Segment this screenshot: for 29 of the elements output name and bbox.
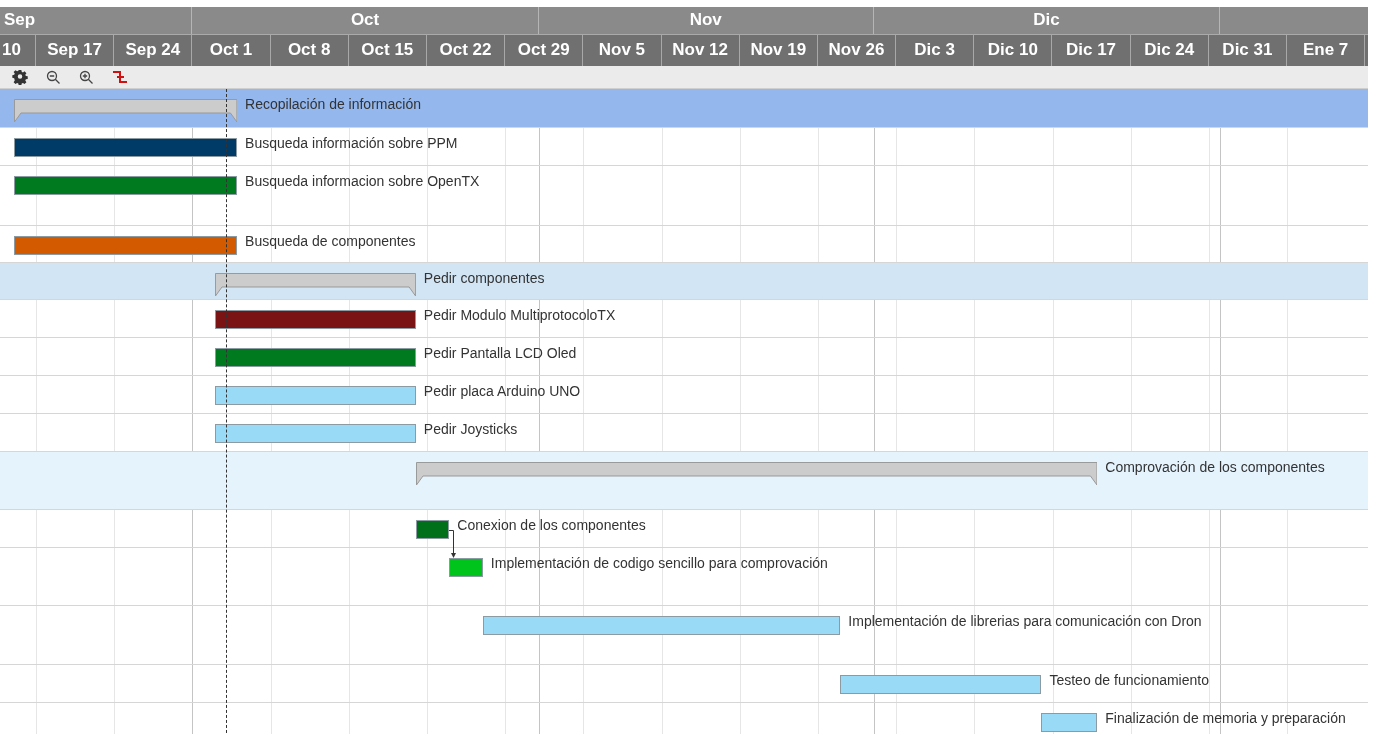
- task-label: Conexion de los componentes: [457, 516, 646, 534]
- task-label: Pedir Pantalla LCD Oled: [423, 344, 577, 362]
- task-label: Pedir Modulo MultiprotocoloTX: [423, 306, 616, 324]
- task-label: Finalización de memoria y preparación: [1105, 709, 1346, 727]
- summary-bar[interactable]: [13, 99, 238, 123]
- task-label: Comprovación de los componentes: [1105, 458, 1325, 476]
- task-label: Testeo de funcionamiento: [1049, 671, 1209, 689]
- task-label: Implementación de codigo sencillo para comprovación: [490, 554, 828, 572]
- zoom-out-icon: [46, 69, 61, 85]
- summary-bar[interactable]: [415, 462, 1098, 486]
- task-bar[interactable]: [13, 138, 238, 157]
- summary-bar[interactable]: [214, 273, 416, 297]
- settings-button[interactable]: [12, 69, 28, 85]
- task-label: Pedir componentes: [423, 269, 545, 287]
- task-label: Busqueda informacion sobre OpenTX: [245, 172, 480, 190]
- step-line-icon: [112, 69, 128, 85]
- task-bar[interactable]: [214, 310, 416, 329]
- zoom-in-icon: [79, 69, 94, 85]
- critical-path-button[interactable]: [112, 69, 128, 85]
- task-label: Implementación de librerias para comunicación con Dron: [848, 612, 1202, 630]
- zoom-out-button[interactable]: [46, 69, 61, 85]
- task-bar[interactable]: [415, 520, 450, 539]
- task-label: Recopilación de información: [245, 95, 421, 113]
- zoom-in-button[interactable]: [79, 69, 94, 85]
- task-label: Pedir Joysticks: [423, 420, 518, 438]
- gear-icon: [12, 69, 28, 85]
- task-label: Busqueda información sobre PPM: [245, 134, 458, 152]
- task-label: Busqueda de componentes: [245, 232, 416, 250]
- task-label: Pedir placa Arduino UNO: [423, 382, 581, 400]
